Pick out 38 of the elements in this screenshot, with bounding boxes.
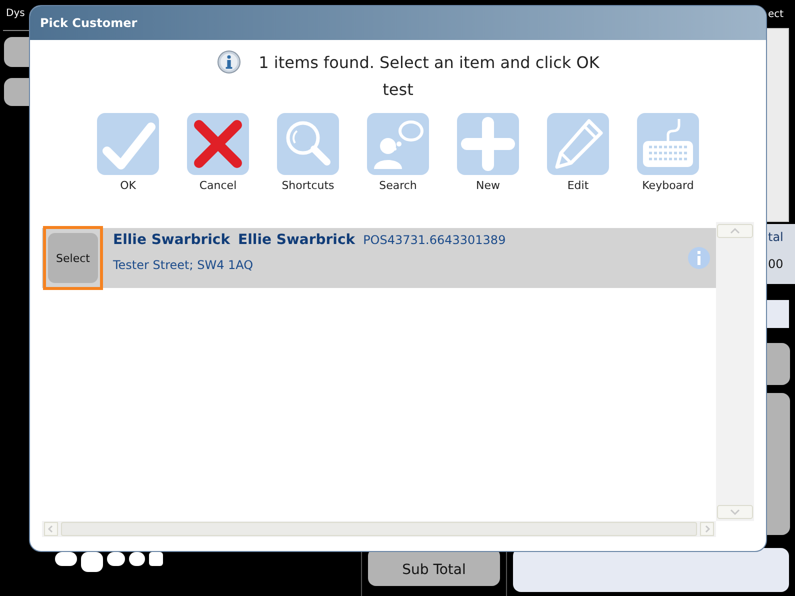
- magnifier-icon: [277, 113, 339, 175]
- scroll-left-icon[interactable]: [44, 522, 58, 536]
- scroll-up-icon[interactable]: [717, 224, 753, 238]
- person-thought-icon: [367, 113, 429, 175]
- header-text: ect: [768, 9, 784, 20]
- customer-name: Ellie Swarbrick: [113, 232, 230, 248]
- info-icon: [216, 50, 241, 74]
- search-term: test: [382, 80, 414, 99]
- info-icon[interactable]: [688, 247, 710, 269]
- cancel-button[interactable]: Cancel: [187, 113, 249, 192]
- plus-icon: [457, 113, 519, 175]
- header-text: Dys: [6, 8, 25, 19]
- input-field[interactable]: [765, 300, 789, 328]
- customer-name: Ellie Swarbrick: [238, 232, 356, 248]
- search-button[interactable]: Search: [367, 113, 429, 192]
- window-title: Pick Customer: [40, 16, 138, 30]
- keyboard-icon: [637, 113, 699, 175]
- new-button[interactable]: New: [457, 113, 519, 192]
- checkmark-icon: [97, 113, 159, 175]
- pencil-icon: [547, 113, 609, 175]
- cross-icon: [187, 113, 249, 175]
- scroll-down-icon[interactable]: [717, 505, 753, 519]
- result-row[interactable]: Select Ellie Swarbrick Ellie Swarbrick POS43731.6643301389 Tester Street; SW4 1AQ: [42, 228, 716, 288]
- select-button[interactable]: Select: [48, 233, 98, 283]
- status-message: 1 items found. Select an item and click OK: [258, 52, 600, 72]
- scroll-right-icon[interactable]: [700, 522, 714, 536]
- total-label: tal: [768, 230, 784, 244]
- shortcuts-button[interactable]: Shortcuts: [277, 113, 339, 192]
- customer-code: POS43731.6643301389: [363, 233, 506, 247]
- totals-panel: [766, 224, 795, 284]
- vertical-scrollbar[interactable]: [716, 222, 754, 521]
- keyboard-button[interactable]: Keyboard: [637, 113, 699, 192]
- edit-button[interactable]: Edit: [547, 113, 609, 192]
- scroll-thumb[interactable]: [61, 522, 697, 536]
- customer-address: Tester Street; SW4 1AQ: [113, 258, 254, 272]
- ok-button[interactable]: OK: [97, 113, 159, 192]
- total-value: 00: [768, 257, 784, 271]
- horizontal-scrollbar[interactable]: [42, 521, 716, 537]
